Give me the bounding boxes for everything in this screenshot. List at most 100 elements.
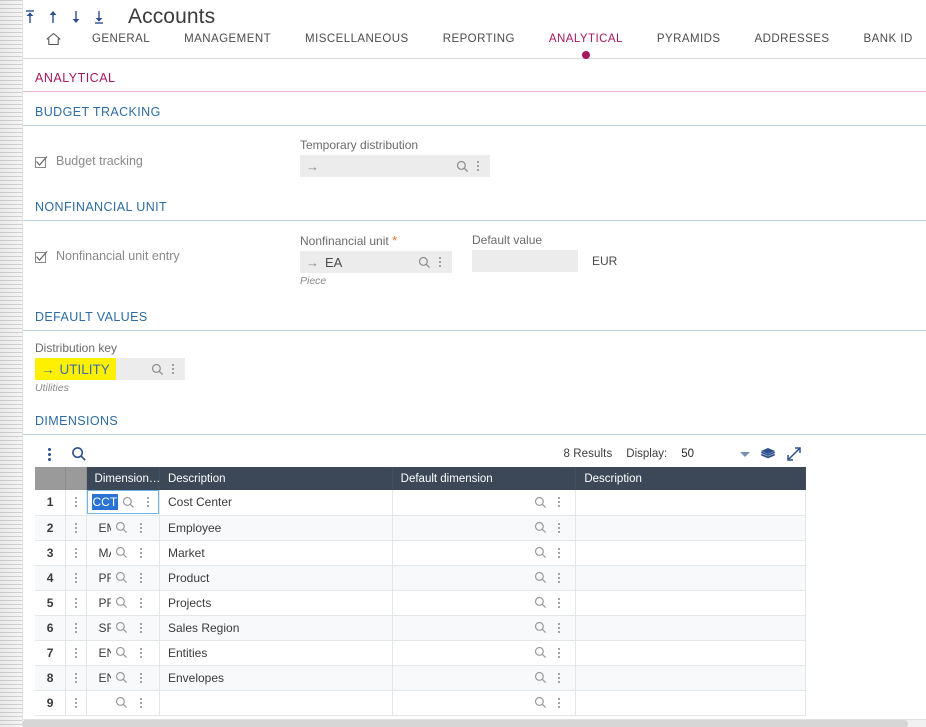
table-row[interactable]: 5PRJProjects xyxy=(35,590,806,615)
temporary-distribution-search-icon[interactable] xyxy=(454,157,470,175)
default-dimension-menu-icon[interactable] xyxy=(551,669,567,687)
last-record-icon[interactable] xyxy=(92,7,106,27)
layers-icon[interactable] xyxy=(760,445,776,463)
dimension-menu-icon[interactable] xyxy=(133,694,149,712)
cell-default-description[interactable] xyxy=(576,490,806,515)
tab-management[interactable]: MANAGEMENT xyxy=(167,30,288,55)
cell-default-description[interactable] xyxy=(576,515,806,540)
dimension-search-icon[interactable] xyxy=(114,519,130,537)
tab-analytical[interactable]: ANALYTICAL xyxy=(532,30,640,55)
column-header-default-description[interactable]: Description xyxy=(576,467,806,490)
column-header-default-dimension[interactable]: Default dimension xyxy=(392,467,576,490)
dimension-search-icon[interactable] xyxy=(114,619,130,637)
cell-description[interactable]: Projects xyxy=(159,590,392,615)
row-kebab-icon[interactable] xyxy=(74,616,77,640)
table-row[interactable]: 1CCTCost Center xyxy=(35,490,806,515)
row-kebab-icon[interactable] xyxy=(74,541,77,565)
chevron-down-icon[interactable] xyxy=(740,452,750,457)
cell-default-dimension[interactable] xyxy=(392,565,576,590)
expand-icon[interactable] xyxy=(786,445,802,463)
cell-description[interactable] xyxy=(159,690,392,715)
table-row[interactable]: 9 xyxy=(35,690,806,715)
default-dimension-search-icon[interactable] xyxy=(532,569,548,587)
dimension-search-icon[interactable] xyxy=(114,669,130,687)
checkbox-checked-icon[interactable] xyxy=(35,250,48,263)
cell-description[interactable]: Product xyxy=(159,565,392,590)
first-record-icon[interactable] xyxy=(23,7,37,27)
default-dimension-menu-icon[interactable] xyxy=(551,569,567,587)
row-kebab-icon[interactable] xyxy=(74,566,77,590)
default-dimension-menu-icon[interactable] xyxy=(551,493,567,511)
default-dimension-menu-icon[interactable] xyxy=(551,619,567,637)
nonfinancial-unit-input[interactable]: → EA xyxy=(300,251,452,273)
tab-general[interactable]: GENERAL xyxy=(75,30,167,55)
default-dimension-menu-icon[interactable] xyxy=(551,594,567,612)
cell-default-description[interactable] xyxy=(576,665,806,690)
nonfinancial-unit-menu-icon[interactable] xyxy=(432,253,448,271)
cell-description[interactable]: Envelopes xyxy=(159,665,392,690)
horizontal-scrollbar[interactable] xyxy=(22,719,926,727)
row-menu-cell[interactable] xyxy=(66,490,86,515)
default-dimension-menu-icon[interactable] xyxy=(551,694,567,712)
cell-dimension[interactable]: PRJ xyxy=(86,590,159,615)
default-dimension-search-icon[interactable] xyxy=(532,644,548,662)
row-menu-cell[interactable] xyxy=(66,665,86,690)
nonfinancial-unit-search-icon[interactable] xyxy=(416,253,432,271)
dimension-search-icon[interactable] xyxy=(114,694,130,712)
kebab-menu-icon[interactable] xyxy=(41,445,57,463)
default-dimension-search-icon[interactable] xyxy=(532,669,548,687)
default-dimension-search-icon[interactable] xyxy=(532,544,548,562)
row-menu-cell[interactable] xyxy=(66,690,86,715)
cell-dimension[interactable]: SR xyxy=(86,615,159,640)
dimension-search-icon[interactable] xyxy=(114,594,130,612)
table-row[interactable]: 6SRSales Region xyxy=(35,615,806,640)
scrollbar-thumb[interactable] xyxy=(22,720,908,727)
dimension-menu-icon[interactable] xyxy=(133,619,149,637)
cell-default-description[interactable] xyxy=(576,615,806,640)
default-dimension-menu-icon[interactable] xyxy=(551,519,567,537)
cell-default-description[interactable] xyxy=(576,540,806,565)
tab-home[interactable] xyxy=(35,30,75,59)
checkbox-checked-icon[interactable] xyxy=(35,155,48,168)
display-value[interactable]: 50 xyxy=(681,448,694,460)
row-kebab-icon[interactable] xyxy=(74,591,77,615)
temporary-distribution-input[interactable]: → xyxy=(300,155,490,177)
dimension-menu-icon[interactable] xyxy=(133,569,149,587)
cell-description[interactable]: Sales Region xyxy=(159,615,392,640)
cell-default-dimension[interactable] xyxy=(392,590,576,615)
tab-bank-id[interactable]: BANK ID xyxy=(847,30,926,55)
cell-default-dimension[interactable] xyxy=(392,690,576,715)
cell-description[interactable]: Cost Center xyxy=(159,490,392,515)
table-row[interactable]: 8ENVEnvelopes xyxy=(35,665,806,690)
row-kebab-icon[interactable] xyxy=(74,641,77,665)
dimension-menu-icon[interactable] xyxy=(133,644,149,662)
cell-default-description[interactable] xyxy=(576,690,806,715)
default-dimension-search-icon[interactable] xyxy=(532,493,548,511)
column-header-description[interactable]: Description xyxy=(159,467,392,490)
cell-default-description[interactable] xyxy=(576,590,806,615)
previous-record-icon[interactable] xyxy=(46,7,60,27)
tab-miscellaneous[interactable]: MISCELLANEOUS xyxy=(288,30,426,55)
tab-addresses[interactable]: ADDRESSES xyxy=(738,30,847,55)
row-kebab-icon[interactable] xyxy=(74,516,77,540)
cell-dimension[interactable]: PRO xyxy=(86,565,159,590)
cell-default-description[interactable] xyxy=(576,640,806,665)
cell-default-dimension[interactable] xyxy=(392,540,576,565)
row-menu-cell[interactable] xyxy=(66,565,86,590)
table-row[interactable]: 7ENTEntities xyxy=(35,640,806,665)
dimension-search-icon[interactable] xyxy=(121,493,137,511)
budget-tracking-checkbox-group[interactable]: Budget tracking xyxy=(35,138,300,168)
dimension-menu-icon[interactable] xyxy=(140,493,156,511)
dimension-menu-icon[interactable] xyxy=(133,544,149,562)
dimension-search-icon[interactable] xyxy=(114,569,130,587)
default-dimension-search-icon[interactable] xyxy=(532,619,548,637)
row-menu-cell[interactable] xyxy=(66,640,86,665)
default-dimension-menu-icon[interactable] xyxy=(551,644,567,662)
cell-dimension[interactable] xyxy=(86,690,159,715)
tab-pyramids[interactable]: PYRAMIDS xyxy=(640,30,738,55)
cell-description[interactable]: Employee xyxy=(159,515,392,540)
default-dimension-search-icon[interactable] xyxy=(532,694,548,712)
row-menu-cell[interactable] xyxy=(66,515,86,540)
table-row[interactable]: 4PROProduct xyxy=(35,565,806,590)
default-dimension-search-icon[interactable] xyxy=(532,519,548,537)
